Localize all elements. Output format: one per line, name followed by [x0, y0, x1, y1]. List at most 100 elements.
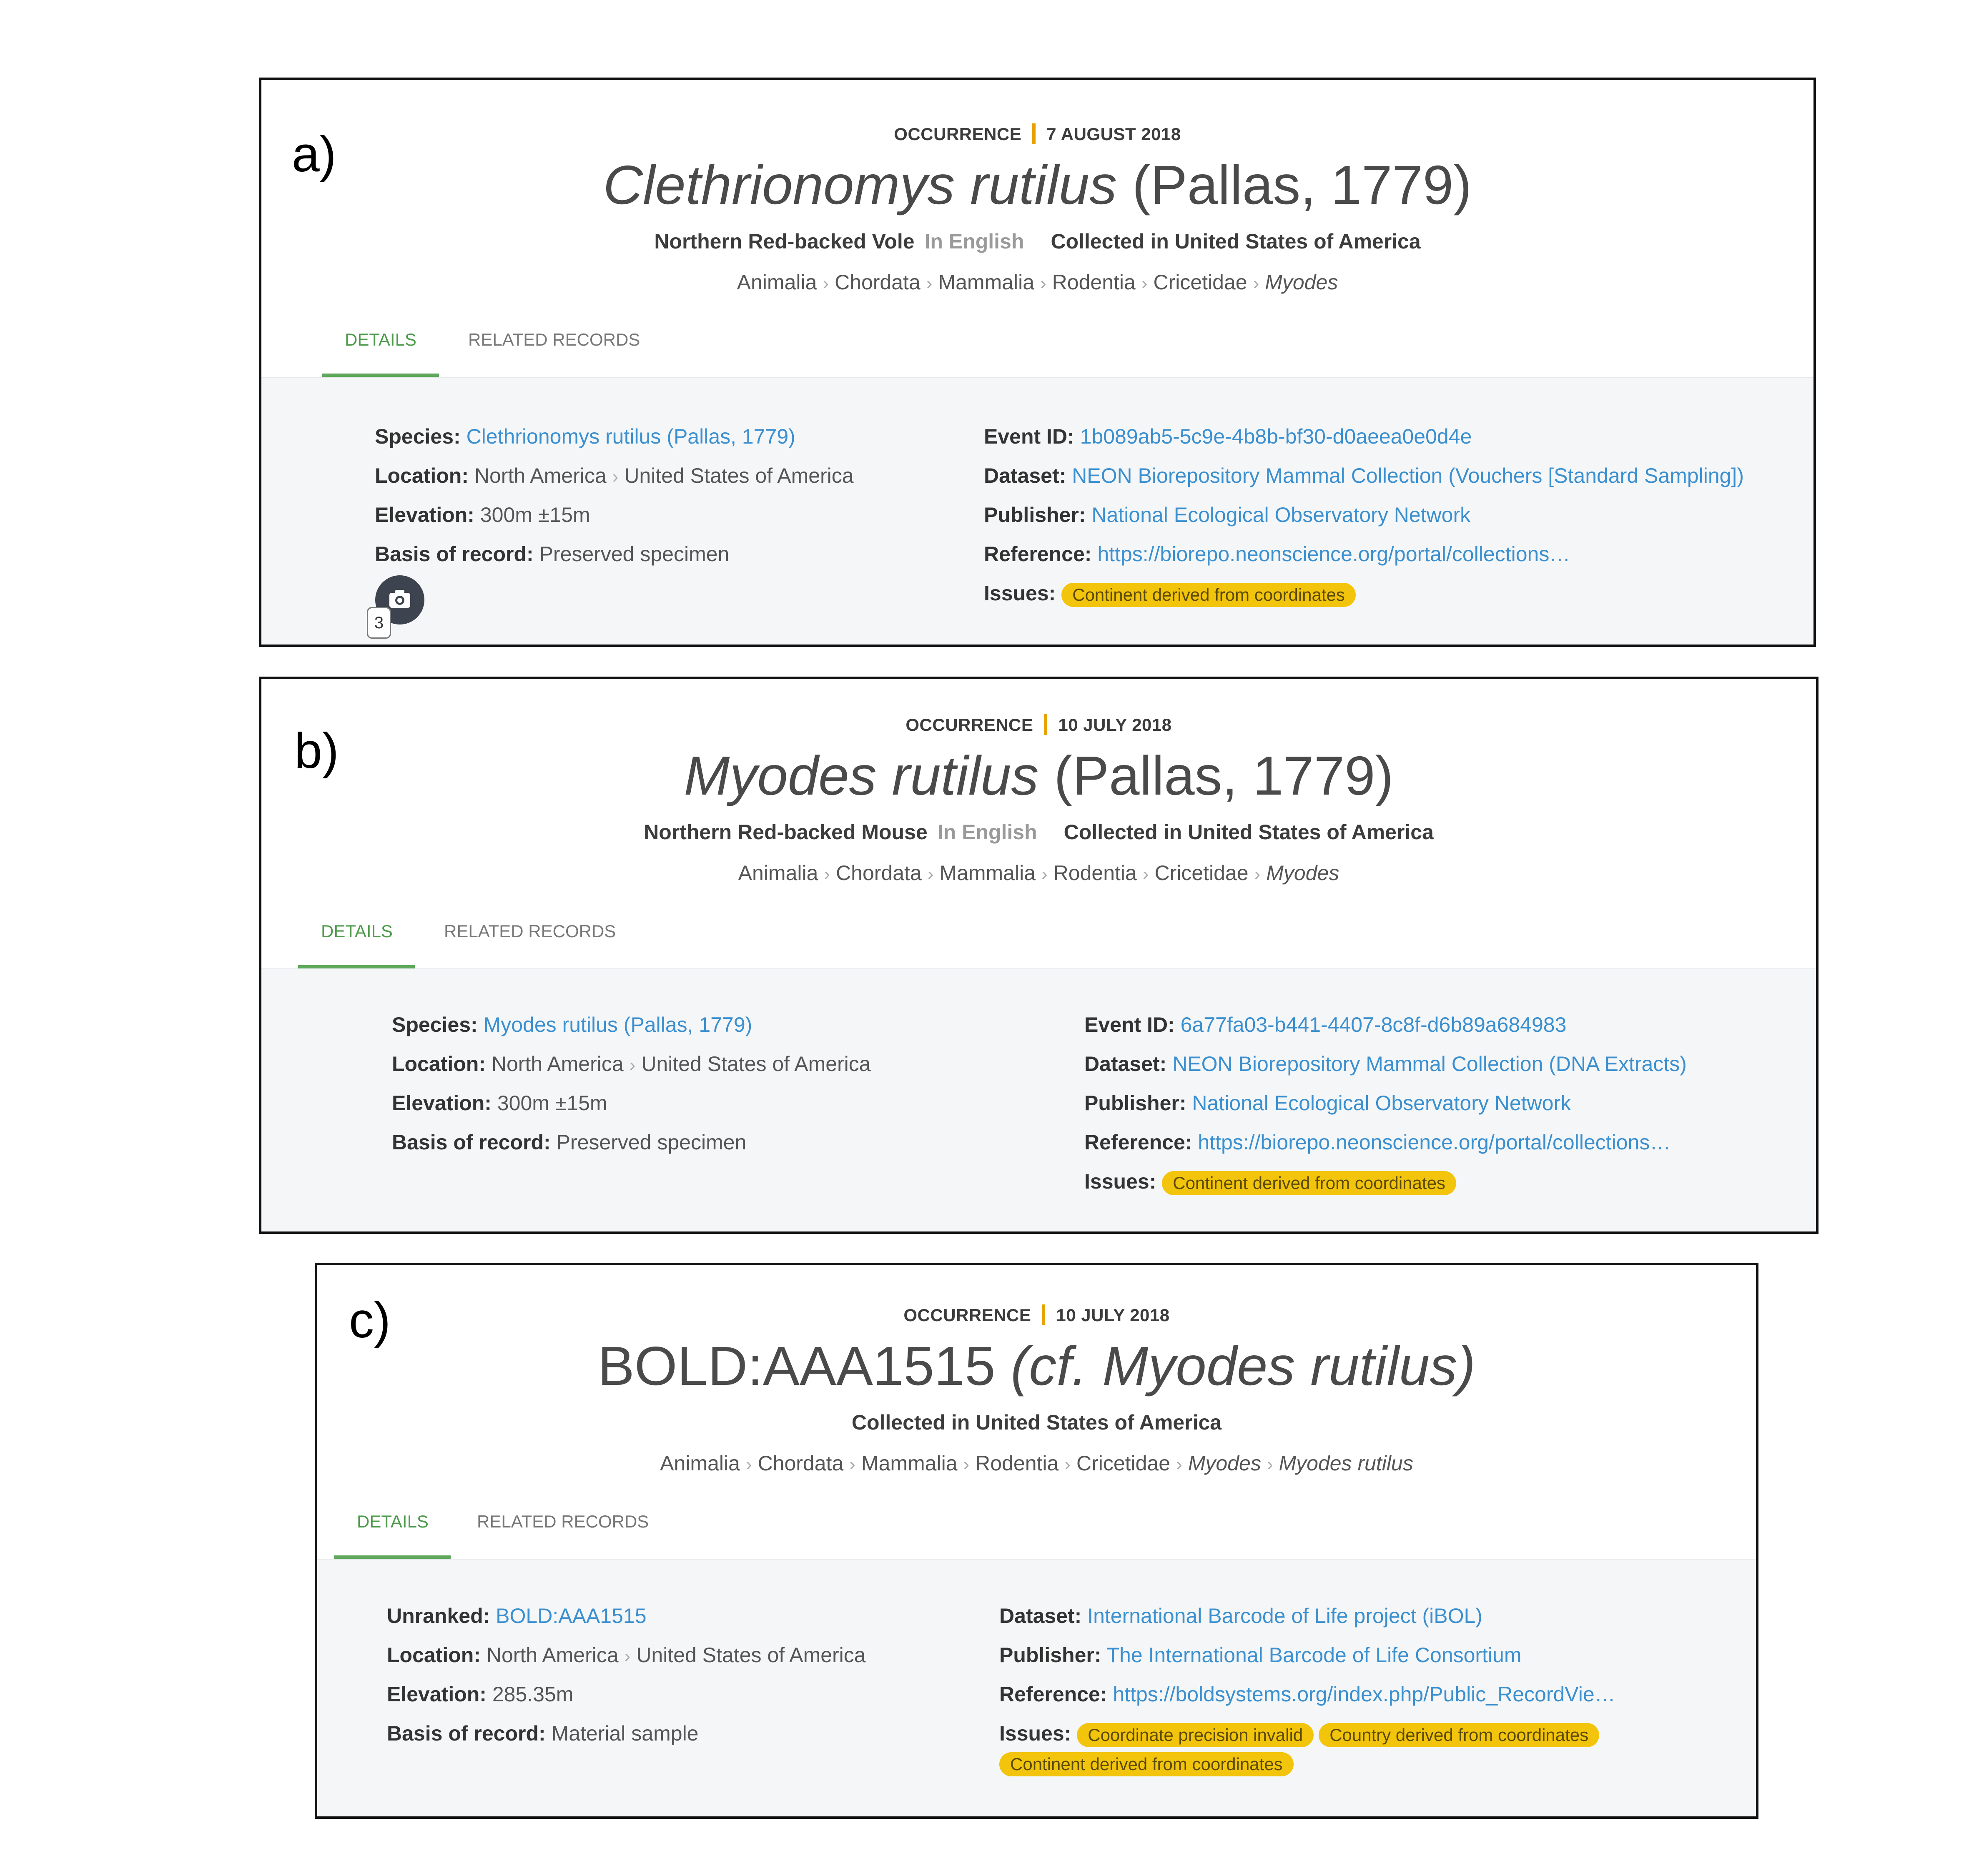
- taxonomy-breadcrumb: Animalia › Chordata › Mammalia › Rodentia › Cric…: [317, 1453, 1756, 1474]
- occurrence-kind: OCCURRENCE: [903, 1305, 1031, 1325]
- issue-chip[interactable]: Continent derived from coordinates: [1061, 583, 1356, 607]
- common-name: Northern Red-backed Mouse: [644, 820, 928, 844]
- language-tag: In English: [924, 230, 1024, 253]
- dataset-label: Dataset:: [1084, 1052, 1167, 1076]
- crumb-class[interactable]: Mammalia: [939, 861, 1036, 885]
- reference-label: Reference:: [999, 1683, 1107, 1706]
- issue-chip[interactable]: Continent derived from coordinates: [999, 1752, 1294, 1776]
- basis-label: Basis of record:: [392, 1131, 551, 1154]
- reference-row: Reference: https://biorepo.neonscience.o…: [1084, 1132, 1687, 1171]
- occurrence-date: 10 JULY 2018: [1056, 1305, 1170, 1325]
- occurrence-kind: OCCURRENCE: [905, 715, 1033, 735]
- crumb-kingdom[interactable]: Animalia: [660, 1452, 740, 1475]
- crumb-kingdom[interactable]: Animalia: [738, 861, 818, 885]
- tab-details[interactable]: DETAILS: [321, 923, 393, 958]
- tab-bar: DETAILS RELATED RECORDS: [261, 331, 1813, 369]
- chevron-right-icon: ›: [1040, 273, 1046, 293]
- tab-bar: DETAILS RELATED RECORDS: [317, 1513, 1756, 1550]
- location-continent: North America: [491, 1052, 624, 1076]
- chevron-right-icon: ›: [824, 864, 830, 884]
- crumb-class[interactable]: Mammalia: [938, 271, 1034, 294]
- crumb-family[interactable]: Cricetidae: [1153, 271, 1247, 294]
- basis-value: Preserved specimen: [556, 1131, 747, 1154]
- publisher-link[interactable]: National Ecological Observatory Network: [1192, 1091, 1571, 1115]
- event-label: Event ID:: [984, 425, 1074, 448]
- chevron-right-icon: ›: [1064, 1454, 1071, 1475]
- species-row: Species: Clethrionomys rutilus (Pallas, …: [375, 426, 854, 465]
- chevron-right-icon: ›: [1253, 273, 1259, 293]
- media-count-badge: 3: [367, 607, 391, 639]
- reference-link[interactable]: https://boldsystems.org/index.php/Public…: [1113, 1683, 1615, 1706]
- title-subline: Northern Red-backed Mouse In English Colle…: [261, 822, 1816, 843]
- chevron-right-icon: ›: [1142, 864, 1149, 884]
- crumb-phylum[interactable]: Chordata: [836, 861, 922, 885]
- crumb-order[interactable]: Rodentia: [975, 1452, 1058, 1475]
- crumb-phylum[interactable]: Chordata: [835, 271, 921, 294]
- title-scientific-name: Clethrionomys rutilus: [603, 154, 1117, 216]
- occurrence-date: 7 AUGUST 2018: [1046, 124, 1181, 144]
- tab-details[interactable]: DETAILS: [357, 1513, 429, 1548]
- crumb-genus[interactable]: Myodes: [1188, 1452, 1261, 1475]
- dataset-link[interactable]: NEON Biorepository Mammal Collection (Vo…: [1072, 464, 1744, 487]
- occurrence-header: OCCURRENCE 10 JULY 2018: [261, 714, 1816, 737]
- title-cf-name: (cf. Myodes rutilus): [1011, 1335, 1476, 1397]
- chevron-right-icon: ›: [823, 273, 829, 293]
- issues-label: Issues:: [984, 582, 1056, 605]
- tab-related-records[interactable]: RELATED RECORDS: [468, 331, 640, 366]
- page-title: Clethrionomys rutilus (Pallas, 1779): [261, 158, 1813, 213]
- chevron-right-icon: ›: [745, 1454, 752, 1475]
- event-link[interactable]: 6a77fa03-b441-4407-8c8f-d6b89a684983: [1181, 1013, 1567, 1036]
- event-row: Event ID: 6a77fa03-b441-4407-8c8f-d6b89a…: [1084, 1014, 1687, 1053]
- publisher-link[interactable]: National Ecological Observatory Network: [1091, 503, 1470, 527]
- publisher-row: Publisher: The International Barcode of …: [999, 1645, 1615, 1684]
- reference-link[interactable]: https://biorepo.neonscience.org/portal/c…: [1097, 542, 1570, 566]
- species-link[interactable]: Clethrionomys rutilus (Pallas, 1779): [467, 425, 795, 448]
- tab-details[interactable]: DETAILS: [345, 331, 416, 366]
- crumb-kingdom[interactable]: Animalia: [737, 271, 817, 294]
- details-right-column: Event ID: 1b089ab5-5c9e-4b8b-bf30-d0aeea…: [984, 426, 1744, 622]
- details-area: Species: Clethrionomys rutilus (Pallas, …: [261, 377, 1813, 645]
- publisher-label: Publisher:: [999, 1643, 1101, 1667]
- event-link[interactable]: 1b089ab5-5c9e-4b8b-bf30-d0aeea0e0d4e: [1080, 425, 1472, 448]
- crumb-species[interactable]: Myodes rutilus: [1279, 1452, 1413, 1475]
- crumb-family[interactable]: Cricetidae: [1154, 861, 1248, 885]
- collected-country: Collected in United States of America: [851, 1411, 1222, 1434]
- tab-related-records[interactable]: RELATED RECORDS: [477, 1513, 649, 1548]
- details-area: Unranked: BOLD:AAA1515 Location: North A…: [317, 1559, 1756, 1816]
- occurrence-panel-a: a) OCCURRENCE 7 AUGUST 2018 Clethrionomys…: [259, 78, 1816, 647]
- crumb-family[interactable]: Cricetidae: [1076, 1452, 1170, 1475]
- crumb-class[interactable]: Mammalia: [861, 1452, 958, 1475]
- issues-row: Issues: Continent derived from coordinat…: [984, 583, 1744, 622]
- elevation-label: Elevation:: [387, 1683, 487, 1706]
- basis-value: Material sample: [551, 1722, 699, 1745]
- taxonomy-breadcrumb: Animalia › Chordata › Mammalia › Rodentia › Cric…: [261, 272, 1813, 293]
- crumb-order[interactable]: Rodentia: [1052, 271, 1136, 294]
- chevron-right-icon: ›: [1041, 864, 1048, 884]
- elevation-row: Elevation: 300m ±15m: [375, 504, 854, 544]
- dataset-link[interactable]: NEON Biorepository Mammal Collection (DN…: [1172, 1052, 1687, 1076]
- unranked-link[interactable]: BOLD:AAA1515: [496, 1604, 646, 1628]
- publisher-link[interactable]: The International Barcode of Life Consor…: [1106, 1643, 1521, 1667]
- issues-row: Issues: Continent derived from coordinat…: [1084, 1171, 1687, 1210]
- basis-row: Basis of record: Material sample: [387, 1723, 866, 1762]
- crumb-phylum[interactable]: Chordata: [758, 1452, 844, 1475]
- location-label: Location:: [392, 1052, 486, 1076]
- crumb-order[interactable]: Rodentia: [1053, 861, 1137, 885]
- reference-link[interactable]: https://biorepo.neonscience.org/portal/c…: [1198, 1131, 1670, 1154]
- tab-related-records[interactable]: RELATED RECORDS: [444, 923, 616, 958]
- issue-chip[interactable]: Country derived from coordinates: [1319, 1723, 1600, 1747]
- crumb-genus[interactable]: Myodes: [1266, 861, 1339, 885]
- issue-chip[interactable]: Coordinate precision invalid: [1077, 1723, 1314, 1747]
- issue-chip[interactable]: Continent derived from coordinates: [1162, 1171, 1456, 1195]
- reference-row: Reference: https://boldsystems.org/index…: [999, 1684, 1615, 1723]
- location-country: United States of America: [641, 1052, 871, 1076]
- unranked-row: Unranked: BOLD:AAA1515: [387, 1605, 866, 1645]
- tab-active-indicator: [298, 965, 415, 968]
- species-link[interactable]: Myodes rutilus (Pallas, 1779): [484, 1013, 752, 1036]
- chevron-right-icon: ›: [927, 864, 934, 884]
- occurrence-kind: OCCURRENCE: [894, 124, 1022, 144]
- dataset-link[interactable]: International Barcode of Life project (i…: [1087, 1604, 1482, 1628]
- species-label: Species:: [392, 1013, 478, 1036]
- occurrence-header: OCCURRENCE 7 AUGUST 2018: [261, 123, 1813, 146]
- crumb-genus[interactable]: Myodes: [1265, 271, 1338, 294]
